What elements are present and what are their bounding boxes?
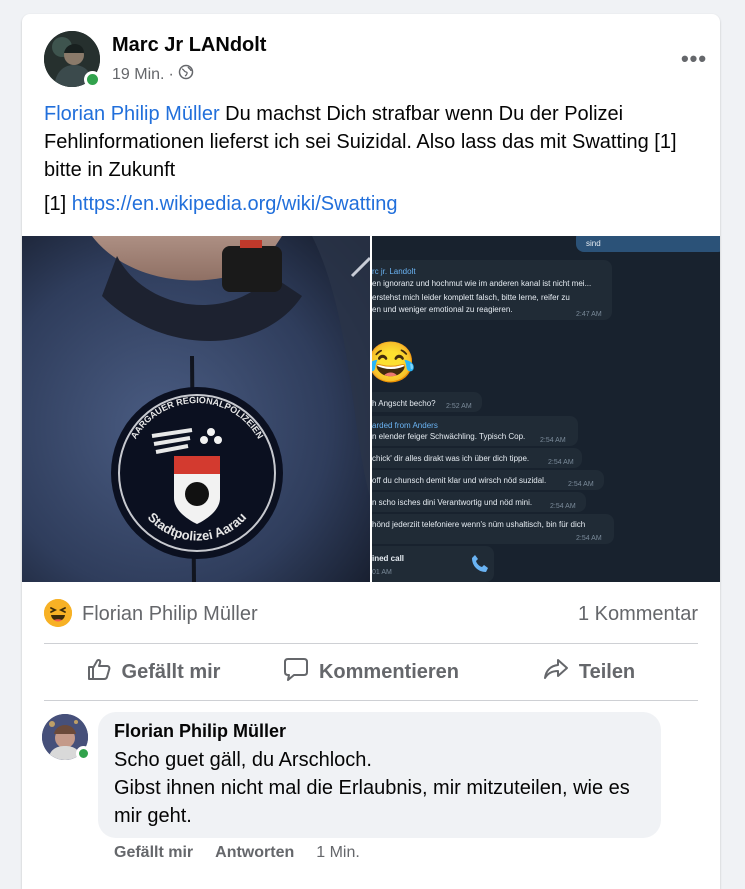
speech-bubble-icon bbox=[283, 656, 309, 688]
chat-m3-forward: arded from Anders bbox=[372, 421, 438, 430]
like-label: Gefällt mir bbox=[121, 660, 221, 683]
comment-reply-link[interactable]: Antworten bbox=[215, 844, 294, 862]
comment-line-1: Scho guet gäll, du Arschloch. bbox=[114, 749, 372, 771]
author-name[interactable]: Marc Jr LANdolt bbox=[112, 34, 266, 57]
commenter-online-dot bbox=[76, 746, 91, 761]
post-card: Marc Jr LANdolt 19 Min. · ••• Florian Ph… bbox=[22, 14, 720, 889]
police-badge: AARGAUER REGIONALPOLIZEIEN Stadtpolizei … bbox=[111, 387, 283, 559]
share-label: Teilen bbox=[578, 660, 636, 683]
chat-msg1-line2: erstehst mich leider komplett falsch, bi… bbox=[372, 293, 570, 302]
photo-chat-screenshot[interactable]: sind rc jr. Landolt en ignoranz und hoch… bbox=[372, 236, 720, 582]
chat-m4-time: 2:54 AM bbox=[548, 459, 574, 466]
comment-bubble: Florian Philip Müller Scho guet gäll, du… bbox=[98, 712, 661, 838]
comment-button[interactable]: Kommentieren bbox=[262, 644, 480, 700]
comment-actions: Gefällt mir Antworten 1 Min. bbox=[114, 844, 360, 862]
chat-m6-text: n scho isches dini Verantwortig und nöd … bbox=[372, 498, 532, 507]
like-button[interactable]: Gefällt mir bbox=[44, 644, 262, 700]
comment-author[interactable]: Florian Philip Müller bbox=[114, 721, 645, 742]
share-arrow-icon bbox=[543, 656, 569, 688]
post-text: Florian Philip Müller Du machst Dich str… bbox=[44, 100, 704, 184]
more-options-icon[interactable]: ••• bbox=[676, 41, 712, 77]
chat-m5-text: off du chunsch demit klar und wirsch nöd… bbox=[372, 476, 546, 485]
chat-msg1-line1: en ignoranz und hochmut wie im anderen k… bbox=[372, 279, 591, 288]
chat-m6-time: 2:54 AM bbox=[550, 503, 576, 510]
comment-time[interactable]: 1 Min. bbox=[316, 844, 360, 862]
comment-count[interactable]: 1 Kommentar bbox=[578, 603, 698, 626]
comment-label: Kommentieren bbox=[318, 660, 460, 683]
reactions-bar: Florian Philip Müller 1 Kommentar bbox=[44, 599, 698, 629]
chat-m5-time: 2:54 AM bbox=[568, 481, 594, 488]
post-reference: [1] https://en.wikipedia.org/wiki/Swatti… bbox=[44, 193, 398, 216]
chat-msg1-time: 2:47 AM bbox=[576, 311, 602, 318]
meta-separator: · bbox=[168, 65, 174, 83]
chat-msg1-line3: en und weniger emotional zu reagieren. bbox=[372, 305, 513, 314]
chat-call-time: 01 AM bbox=[372, 569, 392, 576]
chat-top-text: sind bbox=[586, 239, 601, 248]
ref-label: [1] bbox=[44, 193, 72, 215]
post-header: Marc Jr LANdolt 19 Min. · ••• bbox=[44, 31, 706, 89]
comment-line-2: Gibst ihnen nicht mal die Erlaubnis, mir… bbox=[114, 777, 630, 827]
chat-m4-text: chick' dir alles dirakt was ich über dic… bbox=[372, 454, 529, 463]
chat-emoji: 😂 bbox=[372, 341, 416, 385]
haha-reaction-icon[interactable] bbox=[44, 599, 72, 627]
photo-police-vest[interactable]: AARGAUER REGIONALPOLIZEIEN Stadtpolizei … bbox=[22, 236, 370, 582]
ref-url-link[interactable]: https://en.wikipedia.org/wiki/Swatting bbox=[72, 193, 398, 215]
chat-m3-time: 2:54 AM bbox=[540, 437, 566, 444]
post-time[interactable]: 19 Min. bbox=[112, 66, 164, 84]
post-meta: 19 Min. · bbox=[112, 64, 194, 85]
chat-m2-time: 2:52 AM bbox=[446, 403, 472, 410]
chat-msg1-sender: rc jr. Landolt bbox=[372, 267, 416, 276]
chat-call-label: ined call bbox=[372, 554, 404, 563]
thumbs-up-icon bbox=[86, 656, 112, 688]
comment-like-link[interactable]: Gefällt mir bbox=[114, 844, 193, 862]
post-actions: Gefällt mir Kommentieren Teilen bbox=[44, 644, 698, 700]
globe-icon[interactable] bbox=[178, 64, 194, 85]
chat-m7-time: 2:54 AM bbox=[576, 535, 602, 542]
chat-m3-text: n elender feiger Schwächling. Typisch Co… bbox=[372, 432, 525, 441]
chat-m2-text: h Angscht becho? bbox=[372, 399, 436, 408]
mention-link[interactable]: Florian Philip Müller bbox=[44, 103, 220, 125]
chat-m7-text: hönd jederziit telefoniere wenn's nüm us… bbox=[372, 520, 585, 529]
reaction-names[interactable]: Florian Philip Müller bbox=[82, 603, 258, 626]
online-status-dot bbox=[84, 71, 101, 88]
divider-bottom bbox=[44, 700, 698, 701]
share-button[interactable]: Teilen bbox=[480, 644, 698, 700]
